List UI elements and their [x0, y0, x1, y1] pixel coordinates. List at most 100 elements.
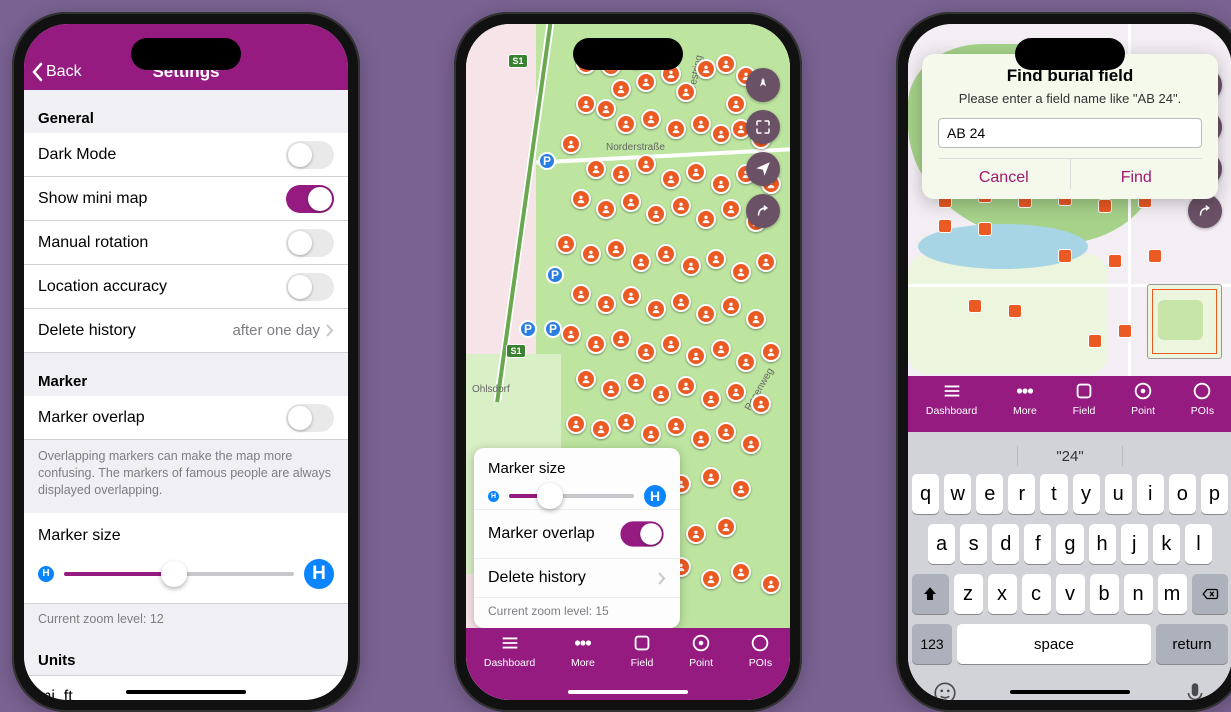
person-marker[interactable]: [711, 174, 731, 194]
person-marker[interactable]: [701, 467, 721, 487]
key-h[interactable]: h: [1089, 524, 1116, 564]
person-marker[interactable]: [746, 309, 766, 329]
person-marker[interactable]: [596, 199, 616, 219]
person-marker[interactable]: [651, 384, 671, 404]
home-indicator[interactable]: [126, 690, 246, 694]
route-button[interactable]: [1188, 194, 1222, 228]
home-indicator[interactable]: [568, 690, 688, 694]
person-marker[interactable]: [586, 334, 606, 354]
poi-marker[interactable]: [1088, 334, 1102, 348]
key-d[interactable]: d: [992, 524, 1019, 564]
row-dark-mode[interactable]: Dark Mode: [24, 133, 348, 177]
key-g[interactable]: g: [1056, 524, 1083, 564]
person-marker[interactable]: [641, 424, 661, 444]
person-marker[interactable]: [561, 134, 581, 154]
tab-pois[interactable]: POIs: [749, 632, 772, 700]
person-marker[interactable]: [571, 189, 591, 209]
person-marker[interactable]: [721, 199, 741, 219]
keyboard[interactable]: "24" qwertyuiop asdfghjkl zxcvbnm 123 sp…: [908, 432, 1231, 700]
person-marker[interactable]: [686, 162, 706, 182]
key-e[interactable]: e: [976, 474, 1003, 514]
key-x[interactable]: x: [988, 574, 1017, 614]
person-marker[interactable]: [576, 369, 596, 389]
person-marker[interactable]: [586, 159, 606, 179]
key-b[interactable]: b: [1090, 574, 1119, 614]
person-marker[interactable]: [761, 342, 781, 362]
person-marker[interactable]: [741, 434, 761, 454]
key-f[interactable]: f: [1024, 524, 1051, 564]
cancel-button[interactable]: Cancel: [938, 159, 1071, 189]
row-mini-map[interactable]: Show mini map: [24, 177, 348, 221]
person-marker[interactable]: [611, 79, 631, 99]
toggle-dark-mode[interactable]: [286, 141, 334, 169]
person-marker[interactable]: [661, 169, 681, 189]
locate-button[interactable]: [746, 152, 780, 186]
map-view[interactable]: S1 S1 Norderstraße Ohlsdorf Westring Ros…: [466, 24, 790, 700]
key-c[interactable]: c: [1022, 574, 1051, 614]
person-marker[interactable]: [621, 192, 641, 212]
person-marker[interactable]: [576, 94, 596, 114]
person-marker[interactable]: [666, 119, 686, 139]
tab-point[interactable]: Point: [1131, 380, 1155, 432]
panel-marker-slider[interactable]: [509, 494, 634, 498]
key-v[interactable]: v: [1056, 574, 1085, 614]
person-marker[interactable]: [731, 479, 751, 499]
person-marker[interactable]: [571, 284, 591, 304]
person-marker[interactable]: [696, 304, 716, 324]
person-marker[interactable]: [611, 329, 631, 349]
person-marker[interactable]: [676, 82, 696, 102]
person-marker[interactable]: [631, 252, 651, 272]
key-r[interactable]: r: [1008, 474, 1035, 514]
key-w[interactable]: w: [944, 474, 971, 514]
key-y[interactable]: y: [1073, 474, 1100, 514]
person-marker[interactable]: [686, 524, 706, 544]
person-marker[interactable]: [601, 379, 621, 399]
person-marker[interactable]: [671, 196, 691, 216]
person-marker[interactable]: [626, 372, 646, 392]
person-marker[interactable]: [616, 114, 636, 134]
row-location-accuracy[interactable]: Location accuracy: [24, 265, 348, 309]
person-marker[interactable]: [731, 262, 751, 282]
key-m[interactable]: m: [1158, 574, 1187, 614]
person-marker[interactable]: [691, 429, 711, 449]
toggle-mini-map[interactable]: [286, 185, 334, 213]
expand-button[interactable]: [746, 110, 780, 144]
person-marker[interactable]: [711, 339, 731, 359]
poi-marker[interactable]: [1148, 249, 1162, 263]
key-a[interactable]: a: [928, 524, 955, 564]
person-marker[interactable]: [636, 154, 656, 174]
person-marker[interactable]: [716, 422, 736, 442]
person-marker[interactable]: [641, 109, 661, 129]
person-marker[interactable]: [591, 419, 611, 439]
person-marker[interactable]: [566, 414, 586, 434]
key-space[interactable]: space: [957, 624, 1151, 664]
row-marker-overlap[interactable]: Marker overlap: [24, 396, 348, 440]
panel-overlap-toggle[interactable]: [620, 521, 663, 546]
person-marker[interactable]: [556, 234, 576, 254]
person-marker[interactable]: [606, 239, 626, 259]
person-marker[interactable]: [701, 569, 721, 589]
row-delete-history[interactable]: Delete history after one day: [24, 309, 348, 353]
person-marker[interactable]: [726, 94, 746, 114]
person-marker[interactable]: [596, 99, 616, 119]
toggle-location-accuracy[interactable]: [286, 273, 334, 301]
route-button[interactable]: [746, 194, 780, 228]
person-marker[interactable]: [716, 54, 736, 74]
key-i[interactable]: i: [1137, 474, 1164, 514]
key-numbers[interactable]: 123: [912, 624, 952, 664]
key-o[interactable]: o: [1169, 474, 1196, 514]
poi-marker[interactable]: [1058, 249, 1072, 263]
poi-marker[interactable]: [968, 299, 982, 313]
person-marker[interactable]: [676, 376, 696, 396]
person-marker[interactable]: [696, 209, 716, 229]
key-z[interactable]: z: [954, 574, 983, 614]
person-marker[interactable]: [581, 244, 601, 264]
person-marker[interactable]: [666, 416, 686, 436]
key-backspace[interactable]: [1192, 574, 1229, 614]
mini-map[interactable]: Bramfeld: [1147, 284, 1222, 359]
person-marker[interactable]: [726, 382, 746, 402]
key-k[interactable]: k: [1153, 524, 1180, 564]
person-marker[interactable]: [751, 394, 771, 414]
home-indicator[interactable]: [1010, 690, 1130, 694]
poi-marker[interactable]: [1118, 324, 1132, 338]
